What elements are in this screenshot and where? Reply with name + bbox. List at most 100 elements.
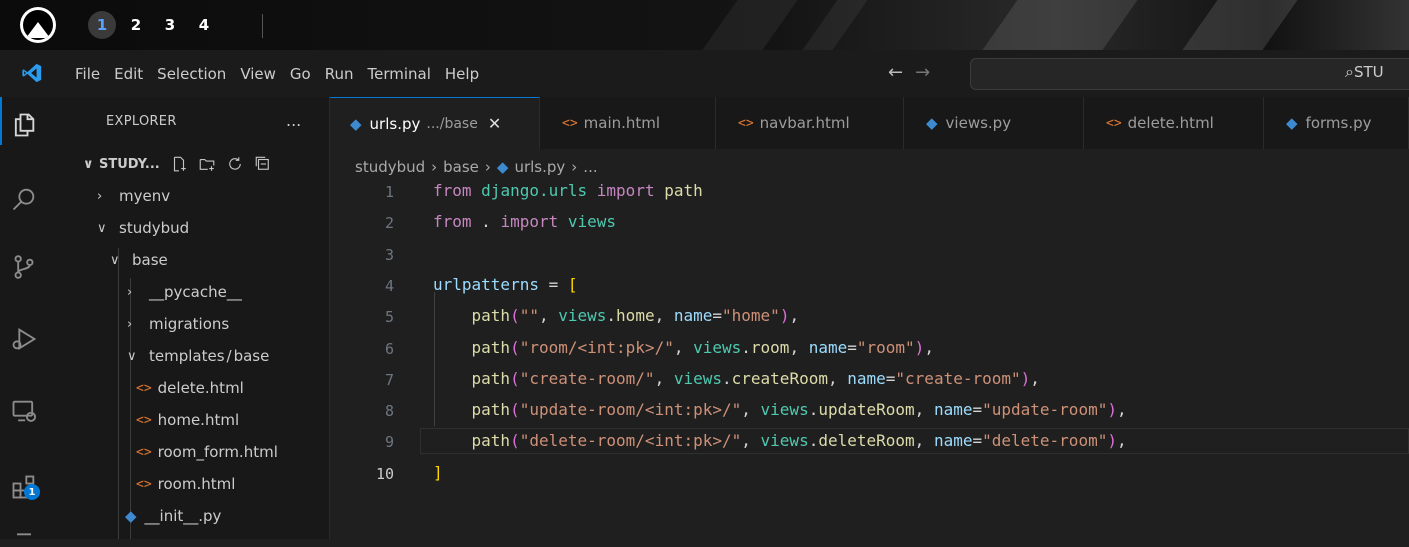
chevron-down-icon: ∨ [127, 348, 137, 364]
code-line[interactable]: path("room/<int:pk>/", views.room, name=… [433, 338, 934, 357]
remote-explorer-icon[interactable] [0, 387, 48, 435]
code-line[interactable]: from django.urls import path [433, 181, 703, 200]
code-token: import [596, 181, 655, 200]
tab-delete-html[interactable]: <> delete.html [1084, 97, 1264, 149]
line-number: 6 [384, 339, 394, 358]
code-token: ) [779, 306, 790, 326]
tree-item-templates-base[interactable]: ∨ templates / base [127, 347, 269, 365]
code-token: from [433, 181, 472, 200]
tree-item-label: __init__.py [144, 507, 222, 525]
menu-terminal[interactable]: Terminal [361, 65, 438, 83]
tree-item-room-html[interactable]: <> room.html [136, 475, 235, 493]
menu-edit[interactable]: Edit [107, 65, 150, 83]
chevron-right-icon: › [571, 158, 578, 176]
new-folder-icon[interactable] [198, 155, 216, 173]
new-file-icon[interactable] [170, 155, 188, 173]
menu-go[interactable]: Go [283, 65, 318, 83]
code-token: ( [510, 337, 520, 357]
menu-view[interactable]: View [233, 65, 283, 83]
code-token: , [654, 368, 674, 388]
code-line[interactable]: from . import views [433, 212, 616, 231]
tree-item-studybud[interactable]: ∨ studybud [97, 219, 189, 237]
search-icon[interactable] [0, 175, 48, 223]
breadcrumb-item[interactable]: ... [583, 158, 597, 176]
more-actions-icon[interactable]: ... [286, 111, 301, 130]
source-control-icon[interactable] [0, 243, 48, 291]
os-logo-icon[interactable] [20, 7, 56, 43]
back-arrow-icon[interactable]: ← [888, 62, 903, 83]
tab-forms-py[interactable]: ◆ forms.py [1264, 97, 1409, 149]
code-token: name [673, 306, 713, 326]
tree-item-delete-html[interactable]: <> delete.html [136, 379, 244, 397]
tree-item-base[interactable]: ∨ base [110, 251, 168, 269]
tree-item-init-py[interactable]: ◆ __init__.py [125, 507, 221, 525]
code-token: "create-room/" [519, 368, 655, 388]
explorer-icon[interactable] [0, 101, 48, 149]
workspace-3[interactable]: 3 [156, 11, 184, 39]
tab-navbar-html[interactable]: <> navbar.html [716, 97, 904, 149]
breadcrumb-item[interactable]: base [443, 158, 479, 176]
code-token: = [885, 368, 896, 388]
breadcrumb-item[interactable]: urls.py [514, 158, 565, 176]
tab-label: urls.py [369, 114, 421, 133]
close-icon[interactable]: ✕ [488, 114, 501, 133]
extensions-icon[interactable] [0, 463, 48, 511]
workspace-4[interactable]: 4 [190, 11, 218, 39]
code-token: ) [1107, 431, 1117, 451]
tab-main-html[interactable]: <> main.html [540, 97, 716, 149]
command-center-search[interactable] [970, 58, 1409, 90]
code-token: deleteRoom [818, 431, 915, 451]
code-token: ( [510, 431, 520, 451]
code-token: , [673, 337, 694, 357]
line-number: 1 [384, 183, 394, 201]
wallpaper-streak [1168, 0, 1312, 50]
code-token: , [538, 306, 559, 326]
breadcrumb-item[interactable]: studybud [355, 158, 425, 176]
tree-item-home-html[interactable]: <> home.html [136, 411, 239, 429]
tab-views-py[interactable]: ◆ views.py [904, 97, 1084, 149]
code-token: ) [914, 337, 925, 357]
menu-file[interactable]: File [68, 65, 107, 83]
html-file-icon: <> [136, 380, 152, 396]
menu-help[interactable]: Help [438, 65, 486, 83]
tree-item-migrations[interactable]: › migrations [127, 315, 229, 333]
code-token: "" [519, 306, 539, 326]
code-line[interactable]: urlpatterns = [ [433, 275, 578, 294]
run-debug-icon[interactable] [0, 315, 48, 363]
chevron-right-icon: › [127, 284, 133, 300]
code-line[interactable]: path("create-room/", views.createRoom, n… [433, 369, 1040, 388]
collapse-all-icon[interactable] [254, 155, 272, 173]
code-token: , [924, 337, 934, 357]
code-token: room [750, 337, 790, 357]
workspace-2[interactable]: 2 [122, 11, 150, 39]
workspace-1[interactable]: 1 [88, 11, 116, 39]
path-separator: / [226, 347, 232, 365]
tree-item-label: migrations [149, 315, 230, 333]
code-line[interactable]: path("update-room/<int:pk>/", views.upda… [433, 400, 1127, 419]
tree-item-room-form-html[interactable]: <> room_form.html [136, 443, 278, 461]
breadcrumb: studybud › base › ◆ urls.py › ... [355, 158, 598, 176]
menu-selection[interactable]: Selection [150, 65, 233, 83]
code-line[interactable]: path("delete-room/<int:pk>/", views.dele… [433, 431, 1127, 450]
code-line[interactable]: path("", views.home, name="home"), [433, 306, 800, 326]
tree-item-myenv[interactable]: › myenv [97, 187, 170, 205]
html-file-icon: <> [136, 476, 152, 492]
refresh-icon[interactable] [226, 155, 244, 173]
code-line[interactable]: ] [433, 463, 443, 482]
code-editor[interactable] [330, 180, 1409, 539]
menu-run[interactable]: Run [318, 65, 361, 83]
testing-icon[interactable] [0, 517, 48, 547]
forward-arrow-icon[interactable]: → [915, 62, 930, 83]
code-token: name [847, 368, 886, 388]
tree-item-label: room.html [157, 475, 236, 493]
code-token: urlpatterns [433, 274, 539, 294]
tab-label: forms.py [1305, 114, 1372, 132]
workspace-root[interactable]: ∨ STUDY... [83, 155, 272, 173]
code-token: updateRoom [818, 400, 915, 420]
tab-urls-py[interactable]: ◆ urls.py .../base ✕ [330, 97, 540, 149]
wallpaper-streak [968, 0, 1152, 50]
command-center-text[interactable]: ⌕STU [1345, 62, 1384, 82]
chevron-right-icon: › [484, 158, 491, 176]
tree-item-pycache[interactable]: › __pycache__ [127, 283, 242, 301]
